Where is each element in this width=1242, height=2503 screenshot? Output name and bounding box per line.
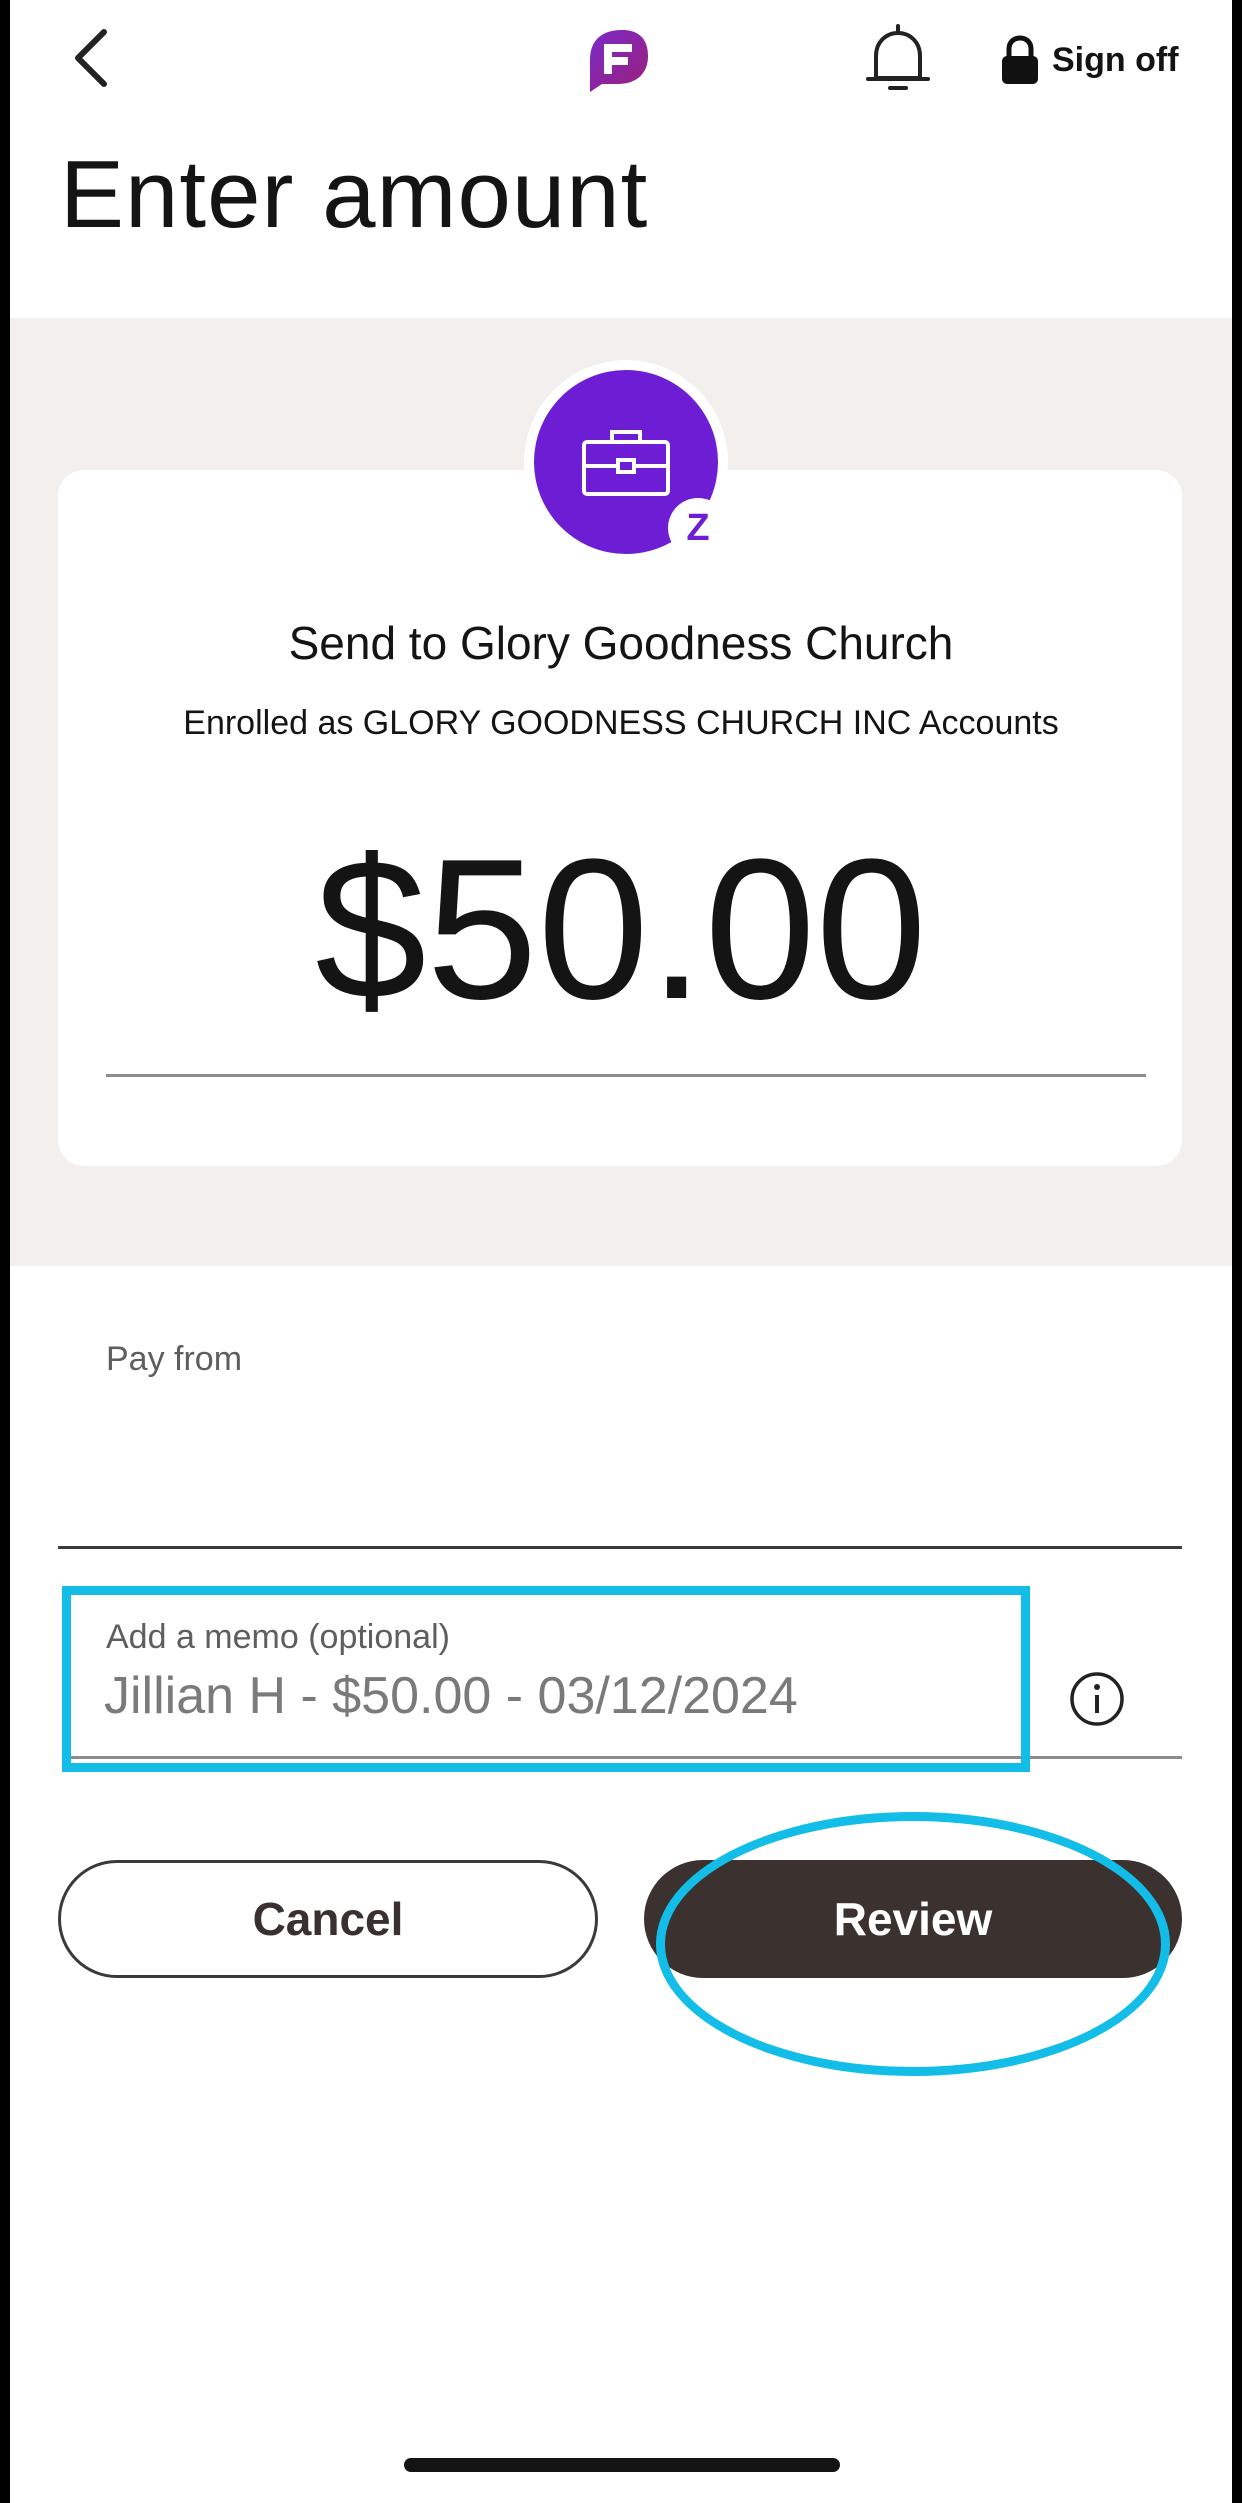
app-logo — [582, 24, 654, 96]
pay-from-label: Pay from — [106, 1340, 243, 1378]
sign-off-label: Sign off — [1052, 40, 1179, 79]
page-title: Enter amount — [60, 141, 649, 248]
briefcase-icon — [582, 430, 670, 496]
review-button[interactable]: Review — [644, 1860, 1182, 1978]
memo-info-button[interactable] — [1068, 1670, 1126, 1728]
send-to-text: Send to Glory Goodness Church — [288, 617, 954, 669]
chevron-left-icon — [75, 29, 107, 87]
amount-field[interactable]: $50.00 — [10, 830, 1232, 1030]
sign-off-button[interactable]: Sign off — [1000, 30, 1179, 90]
notifications-button[interactable] — [862, 22, 934, 98]
bell-icon — [866, 24, 930, 90]
amount-underline — [106, 1074, 1146, 1077]
cancel-button[interactable]: Cancel — [58, 1860, 598, 1978]
info-icon — [1070, 1672, 1124, 1726]
pay-from-select[interactable] — [58, 1546, 1182, 1549]
memo-highlight-box — [62, 1586, 1030, 1772]
back-button[interactable] — [58, 22, 130, 94]
zelle-badge: Z — [668, 498, 728, 558]
lock-icon — [1002, 35, 1038, 84]
screen: Sign off Enter amount Z Send to Glory Go… — [10, 0, 1232, 2503]
home-indicator[interactable] — [404, 2458, 840, 2472]
enrolled-as-text: Enrolled as GLORY GOODNESS CHURCH INC Ac… — [183, 704, 1059, 742]
